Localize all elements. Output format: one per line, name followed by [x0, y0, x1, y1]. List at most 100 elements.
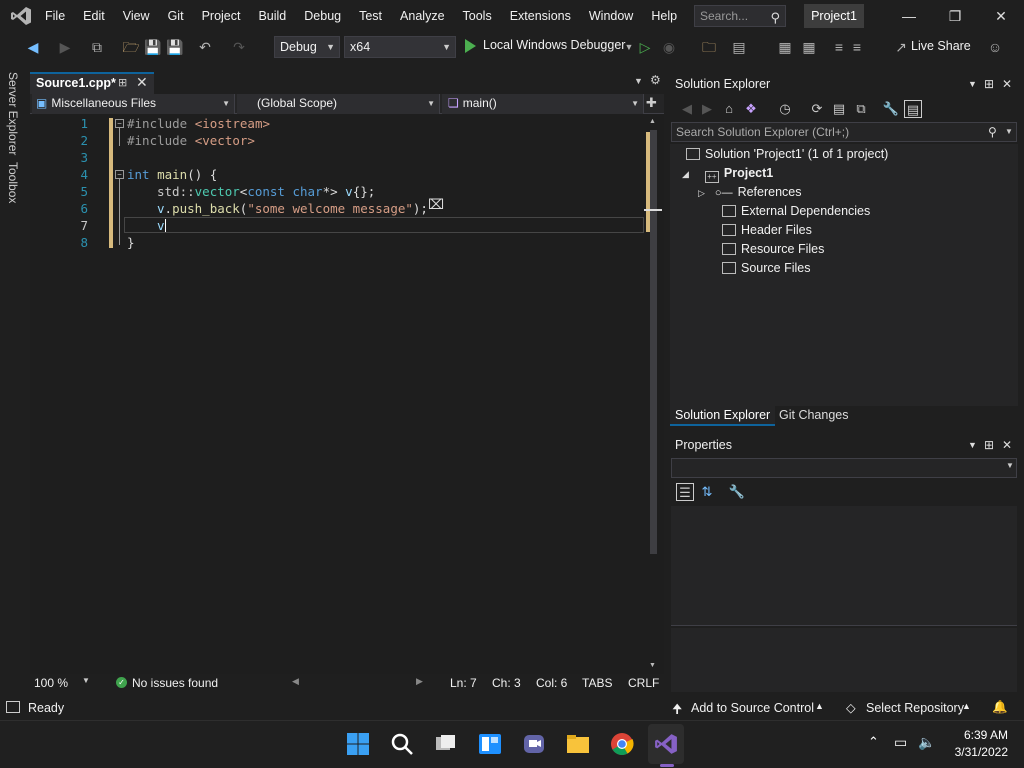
save-all-icon[interactable]: 💾: [166, 38, 184, 56]
tabs-indicator[interactable]: TABS: [582, 676, 612, 690]
search-input[interactable]: Search... ⚲: [694, 5, 786, 27]
tree-item-references[interactable]: ▷ ○— References: [698, 183, 802, 202]
close-panel-icon[interactable]: ✕: [1002, 434, 1012, 456]
hot-reload-icon[interactable]: ◉: [660, 38, 678, 56]
live-share-button[interactable]: Live Share: [911, 39, 971, 53]
code-line-1[interactable]: #include <iostream>: [127, 116, 270, 131]
alphabetical-icon[interactable]: ⇅: [698, 483, 716, 501]
show-all-files-icon[interactable]: ⧉: [852, 100, 870, 118]
menu-test[interactable]: Test: [350, 0, 391, 32]
back-icon[interactable]: ◀: [678, 100, 696, 118]
chevron-down-icon[interactable]: ▼: [82, 676, 90, 685]
line-ending-indicator[interactable]: CRLF: [628, 676, 659, 690]
member-dropdown[interactable]: ❏ main() ▼: [442, 94, 644, 114]
switch-views-icon[interactable]: ❖: [742, 100, 760, 118]
clock-date[interactable]: 3/31/2022: [942, 745, 1008, 759]
menu-project[interactable]: Project: [193, 0, 250, 32]
network-icon[interactable]: ▭: [894, 734, 907, 751]
settings-gear-icon[interactable]: ⚙: [650, 73, 661, 87]
window-layout-icon[interactable]: ▤: [730, 38, 748, 56]
tab-git-changes[interactable]: Git Changes: [774, 406, 853, 426]
scroll-right-icon[interactable]: ▶: [416, 676, 423, 687]
notifications-bell-icon[interactable]: 🔔: [992, 700, 1008, 715]
menu-window[interactable]: Window: [580, 0, 642, 32]
tree-item-source-files[interactable]: Source Files: [722, 259, 810, 278]
start-debugging-icon[interactable]: [465, 39, 476, 53]
menu-tools[interactable]: Tools: [454, 0, 501, 32]
properties-wrench-icon[interactable]: 🔧: [882, 100, 900, 118]
scroll-left-icon[interactable]: ◀: [292, 676, 299, 687]
collapse-icon[interactable]: −: [115, 119, 124, 128]
visual-studio-logo-icon[interactable]: [10, 6, 32, 26]
folder-view-icon[interactable]: 🗀: [700, 38, 718, 56]
properties-grid[interactable]: [671, 506, 1017, 626]
expanded-arrow-icon[interactable]: ◢: [682, 169, 689, 179]
code-line-4[interactable]: int main() {: [127, 167, 217, 182]
sync-icon[interactable]: ⟳: [808, 100, 826, 118]
properties-object-dropdown[interactable]: ▼: [671, 458, 1017, 478]
panel-options-icon[interactable]: ▼: [968, 73, 977, 95]
tree-project[interactable]: ◢ ++ Project1: [682, 164, 773, 183]
tree-item-header-files[interactable]: Header Files: [722, 221, 812, 240]
navigate-forward-icon[interactable]: ▶: [56, 38, 74, 56]
comment-lines-icon[interactable]: ≡: [830, 38, 848, 56]
scope-dropdown[interactable]: (Global Scope) ▼: [237, 94, 440, 114]
collapse-all-icon[interactable]: ▤: [830, 100, 848, 118]
scrollbar-thumb[interactable]: [650, 130, 657, 554]
scroll-up-icon[interactable]: ▲: [649, 118, 656, 125]
chevron-up-icon[interactable]: ▲: [962, 701, 971, 711]
home-icon[interactable]: ⌂: [720, 100, 738, 118]
tree-solution[interactable]: Solution 'Project1' (1 of 1 project): [686, 145, 888, 164]
scroll-down-icon[interactable]: ▼: [649, 662, 656, 669]
collapse-icon[interactable]: −: [115, 170, 124, 179]
solution-explorer-search-input[interactable]: Search Solution Explorer (Ctrl+;) ⚲ ▼: [671, 122, 1017, 142]
preview-selected-icon[interactable]: ▤: [904, 100, 922, 118]
project-dropdown[interactable]: ▣ Miscellaneous Files ▼: [32, 94, 235, 114]
property-pages-icon[interactable]: 🔧: [728, 483, 746, 501]
chevron-down-icon[interactable]: ▼: [1005, 123, 1013, 141]
save-icon[interactable]: 💾: [144, 38, 162, 56]
close-tab-icon[interactable]: ✕: [136, 73, 148, 91]
tab-solution-explorer[interactable]: Solution Explorer: [670, 406, 776, 426]
project-badge[interactable]: Project1: [804, 4, 864, 28]
search-icon[interactable]: [390, 732, 414, 756]
widgets-icon[interactable]: [478, 732, 502, 756]
configuration-dropdown[interactable]: Debug ▼: [274, 36, 340, 58]
menu-view[interactable]: View: [114, 0, 159, 32]
menu-git[interactable]: Git: [159, 0, 193, 32]
document-tab-source1[interactable]: Source1.cpp* ⊞ ✕: [30, 72, 154, 94]
categorized-icon[interactable]: ☰: [676, 483, 694, 501]
server-explorer-tab[interactable]: Server Explorer: [6, 72, 20, 155]
teams-chat-icon[interactable]: [522, 732, 546, 756]
pin-icon[interactable]: ⊞: [118, 74, 127, 92]
close-panel-icon[interactable]: ✕: [1002, 73, 1012, 95]
code-line-6[interactable]: v.push_back("some welcome message");: [157, 201, 428, 216]
feedback-icon[interactable]: ☺: [986, 38, 1004, 56]
navigate-back-icon[interactable]: ◀: [24, 38, 42, 56]
code-line-2[interactable]: #include <vector>: [127, 133, 255, 148]
tree-item-external-dependencies[interactable]: External Dependencies: [722, 202, 870, 221]
show-hidden-icons-icon[interactable]: ⌃: [868, 734, 879, 750]
windows-start-icon[interactable]: [346, 732, 370, 756]
tree-item-resource-files[interactable]: Resource Files: [722, 240, 824, 259]
pin-icon[interactable]: ⊞: [984, 73, 994, 95]
zoom-level[interactable]: 100 %: [34, 676, 68, 690]
menu-edit[interactable]: Edit: [74, 0, 114, 32]
panel-options-icon[interactable]: ▼: [968, 434, 977, 456]
file-explorer-icon[interactable]: [566, 732, 590, 756]
start-without-debugging-icon[interactable]: ▷: [636, 38, 654, 56]
clock-time[interactable]: 6:39 AM: [950, 728, 1008, 742]
redo-icon[interactable]: ↷: [230, 38, 248, 56]
chevron-up-icon[interactable]: ▲: [815, 701, 824, 711]
select-repository-button[interactable]: Select Repository: [866, 701, 964, 715]
live-share-icon[interactable]: ↗: [892, 38, 910, 56]
issues-status[interactable]: No issues found: [132, 676, 218, 690]
new-project-icon[interactable]: ⧉: [88, 38, 106, 56]
menu-file[interactable]: File: [36, 0, 74, 32]
toolbar-icon[interactable]: ▦: [776, 38, 794, 56]
start-debugging-button[interactable]: Local Windows Debugger: [483, 38, 625, 52]
uncomment-lines-icon[interactable]: ≡: [848, 38, 866, 56]
undo-icon[interactable]: ↶: [196, 38, 214, 56]
code-line-8[interactable]: }: [127, 235, 135, 250]
menu-analyze[interactable]: Analyze: [391, 0, 453, 32]
